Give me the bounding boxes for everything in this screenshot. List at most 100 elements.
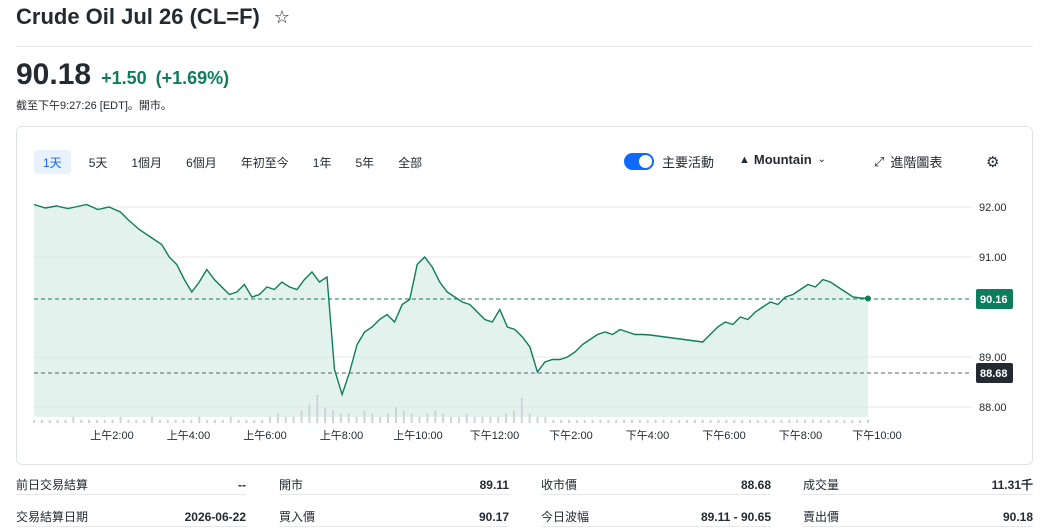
volume-bar — [418, 416, 421, 423]
volume-bar — [379, 416, 382, 423]
y-tick-label: 91.00 — [979, 252, 1007, 264]
y-tick-label: 89.00 — [979, 352, 1007, 364]
volume-bar — [394, 407, 397, 423]
stat-day-range: 今日波幅 89.11 - 90.65 — [541, 507, 771, 527]
volume-bar — [497, 416, 500, 423]
volume-bar — [678, 419, 681, 423]
volume-bar — [733, 419, 736, 423]
volume-bar — [324, 407, 327, 423]
volume-bar — [473, 416, 476, 423]
volume-bar — [536, 416, 539, 423]
volume-bar — [206, 419, 209, 423]
volume-bar — [725, 419, 728, 423]
volume-bar — [143, 419, 146, 423]
stat-settle-date: 交易結算日期 2026-06-22 — [16, 507, 246, 527]
volume-bar — [269, 416, 272, 423]
stat-label: 開市 — [279, 478, 304, 492]
price-area — [34, 204, 868, 417]
volume-bar — [300, 410, 303, 423]
x-tick-label: 上午6:00 — [243, 429, 286, 442]
volume-bar — [764, 419, 767, 423]
header-divider — [16, 46, 1033, 47]
title-row: Crude Oil Jul 26 (CL=F) ☆ — [16, 2, 290, 32]
stat-value: 11.31千 — [991, 478, 1033, 492]
volume-bar — [103, 419, 106, 423]
volume-bar — [851, 419, 854, 423]
stat-value: 88.68 — [740, 477, 771, 492]
price-change: +1.50 — [101, 68, 147, 88]
volume-bar — [646, 419, 649, 423]
volume-bar — [450, 416, 452, 423]
volume-bar — [151, 416, 154, 423]
volume-bar — [402, 410, 405, 423]
volume-bar — [174, 419, 177, 423]
volume-bar — [316, 395, 319, 423]
volume-bar — [190, 419, 193, 423]
volume-bar — [859, 419, 862, 423]
volume-bar — [481, 416, 484, 423]
stat-label: 成交量 — [803, 478, 840, 492]
volume-bar — [80, 419, 83, 423]
price-chart[interactable]: 92.00 91.00 89.00 88.00 90.16 88.68 上午2:00 上午4:… — [17, 127, 1032, 464]
prev-close-tag-text: 88.68 — [980, 368, 1008, 380]
stat-ask: 賣出價 90.18 — [803, 507, 1033, 527]
volume-bar — [284, 416, 287, 423]
volume-bar — [182, 419, 185, 423]
volume-bar — [135, 419, 138, 423]
volume-bar — [804, 419, 807, 423]
stat-value: 89.11 — [479, 477, 509, 492]
volume-bar — [95, 419, 98, 423]
volume-bar — [261, 419, 264, 423]
volume-bar — [111, 419, 114, 423]
as-of-timestamp: 截至下午9:27:26 [EDT]。開市。 — [16, 100, 172, 112]
x-tick-label: 下午12:00 — [470, 429, 520, 442]
volume-bar — [528, 413, 531, 423]
volume-bar — [686, 419, 689, 423]
volume-bar — [198, 416, 201, 423]
volume-bar — [48, 419, 51, 423]
volume-bar — [221, 419, 224, 423]
volume-bar — [717, 419, 720, 423]
volume-bar — [387, 413, 390, 423]
volume-bar — [748, 419, 751, 423]
y-tick-label: 88.00 — [979, 402, 1007, 414]
volume-bar — [512, 410, 515, 423]
volume-bar — [638, 419, 641, 423]
x-tick-label: 上午4:00 — [167, 429, 210, 442]
x-tick-label: 下午2:00 — [549, 429, 592, 442]
volume-bar — [843, 419, 846, 423]
x-tick-label: 下午10:00 — [852, 429, 902, 442]
volume-bar — [347, 413, 350, 423]
volume-bar — [670, 419, 673, 423]
volume-bar — [308, 404, 311, 423]
star-icon[interactable]: ☆ — [274, 8, 290, 26]
volume-bar — [457, 416, 460, 423]
volume-bar — [796, 419, 799, 423]
volume-bar — [693, 419, 696, 423]
volume-bar — [835, 419, 838, 423]
volume-bar — [371, 413, 374, 423]
volume-bar — [245, 419, 248, 423]
volume-bar — [426, 413, 429, 423]
stat-prev-settle: 前日交易結算 -- — [16, 475, 246, 495]
volume-bar — [237, 419, 240, 423]
volume-bar — [56, 419, 59, 423]
volume-bar — [520, 398, 523, 423]
volume-bar — [772, 419, 775, 423]
volume-bar — [434, 410, 437, 423]
y-tick-label: 92.00 — [979, 202, 1007, 214]
volume-bar — [40, 419, 43, 423]
volume-bar — [505, 413, 508, 423]
volume-bar — [166, 419, 169, 423]
stat-bid: 買入價 90.17 — [279, 507, 509, 527]
volume-bar — [276, 413, 279, 423]
volume-bar — [292, 416, 295, 423]
volume-bar — [213, 419, 216, 423]
volume-bar — [72, 416, 75, 423]
current-price: 90.18 — [16, 58, 92, 91]
volume-bar — [229, 416, 232, 423]
stat-value: 90.18 — [1002, 509, 1033, 524]
volume-bar — [410, 413, 413, 423]
volume-bar — [363, 410, 366, 423]
volume-bar — [489, 416, 492, 423]
